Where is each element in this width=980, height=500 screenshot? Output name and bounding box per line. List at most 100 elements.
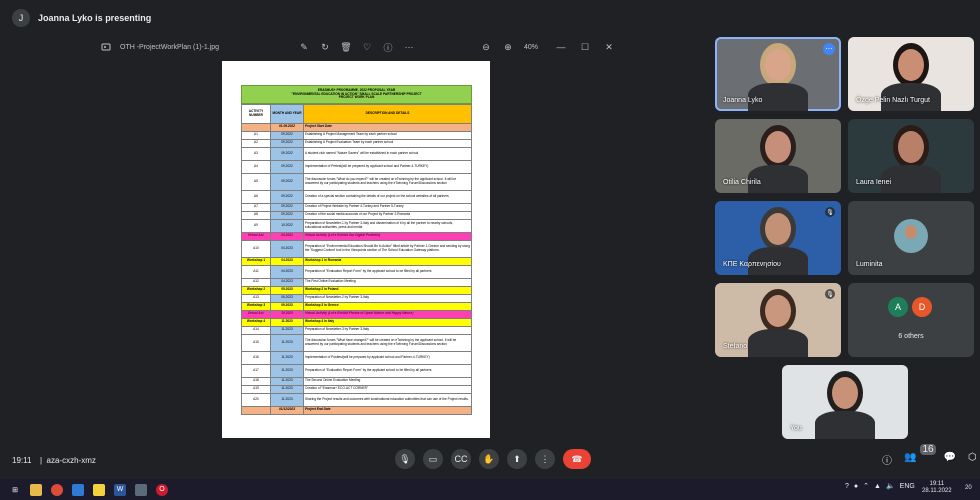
zoom-in-icon[interactable]: ⊕	[502, 41, 514, 53]
network-icon[interactable]: ▲	[874, 483, 881, 490]
side-panel-controls: ⓘ 👥16 💬 ⬡	[882, 444, 977, 467]
activity-cell: A7	[241, 202, 271, 212]
captions-button[interactable]: CC	[451, 449, 471, 469]
leave-call-button[interactable]: ☎	[563, 449, 591, 469]
system-clock[interactable]: 19:11 28.11.2022	[922, 481, 952, 495]
meeting-info-icon[interactable]: ⓘ	[882, 452, 892, 467]
maximize-icon[interactable]: ☐	[579, 41, 591, 53]
participant-tile[interactable]: Luminita	[848, 201, 974, 275]
description-cell: Workshop 4 in Italy	[303, 317, 472, 327]
zoom-out-icon[interactable]: ⊖	[480, 41, 492, 53]
description-cell: Project Start Date	[303, 122, 472, 132]
info-icon[interactable]: ⓘ	[382, 41, 394, 53]
table-row: A3 09.2022 A student club named "Nature Sa…	[241, 146, 472, 161]
tray-app-icon[interactable]: ●	[854, 483, 858, 490]
raise-hand-button[interactable]: ✋	[479, 449, 499, 469]
presenting-label: Joanna Lyko is presenting	[38, 13, 152, 23]
people-icon[interactable]: 👥16	[904, 444, 936, 467]
edit-icon[interactable]: ✎	[298, 41, 310, 53]
activity-cell: Workshop 2	[241, 285, 271, 295]
system-tray: ? ● ⌃ ▲ 🔈 ENG	[845, 482, 915, 491]
activity-cell: A16	[241, 350, 271, 365]
participant-tile[interactable]: Laura Ienei	[848, 119, 974, 193]
more-vert-icon: ⋮	[540, 453, 550, 464]
activity-cell: Virtual Act.	[241, 231, 271, 241]
table-row: A10 04.2023 Preparation of "Environmental …	[241, 239, 472, 258]
rotate-icon[interactable]: ↻	[319, 41, 331, 53]
description-cell: The discussion forum-"What have changed?…	[303, 333, 472, 352]
calculator-icon[interactable]	[135, 483, 147, 496]
participant-tile[interactable]: You	[782, 365, 908, 439]
avatar	[894, 219, 928, 253]
more-icon[interactable]: ···	[403, 41, 415, 53]
call-controls: 🎙 ▭ CC ✋ ⬆ ⋮ ☎	[395, 449, 591, 469]
presenter-avatar: J	[12, 9, 30, 27]
activity-cell	[241, 405, 271, 415]
activities-icon[interactable]: ⬡	[968, 452, 977, 467]
camera-icon: ▭	[428, 453, 438, 464]
mic-off-icon: 🎙	[825, 207, 835, 217]
activity-cell: A18	[241, 376, 271, 386]
meeting-code-text: aza-cxzh-xmz	[46, 455, 96, 465]
month-cell: 11.2023	[270, 392, 304, 407]
activity-cell: A8	[241, 210, 271, 220]
activity-cell: A4	[241, 159, 271, 174]
table-row: A11 04.2023 Preparation of "Evaluation Rep…	[241, 264, 472, 279]
photos-app-icon	[100, 41, 112, 53]
clock-time: 19:11	[929, 481, 945, 487]
present-button[interactable]: ⬆	[507, 449, 527, 469]
opera-icon[interactable]: O	[156, 483, 168, 496]
participant-tile[interactable]: Otilia Chirila	[715, 119, 841, 193]
help-icon[interactable]: ?	[845, 483, 849, 490]
month-cell: 11.2023	[270, 350, 304, 365]
meeting-controls-bar: 19:11 | aza-cxzh-xmz 🎙 ▭ CC ✋ ⬆ ⋮ ☎ ⓘ 👥1…	[0, 444, 980, 476]
participant-tile[interactable]: Stefano 🎙	[715, 283, 841, 357]
description-cell: Creation of Project Website by Partner 4…	[303, 202, 472, 212]
favorite-icon[interactable]: ♡	[361, 41, 373, 53]
table-row: A6 09.2022 Creation of a special section c…	[241, 189, 472, 204]
activity-cell: A12	[241, 277, 271, 287]
activity-cell	[241, 122, 271, 132]
description-cell: Preparation of "Environmental Education …	[303, 239, 472, 258]
activity-cell: A19	[241, 384, 271, 394]
description-cell: The First Online Evaluation Meeting	[303, 277, 472, 287]
month-cell: 04.2023	[270, 239, 304, 258]
avatar: D	[912, 297, 932, 317]
word-icon[interactable]: W	[114, 483, 126, 496]
table-row: A5 09.2022 The discussion forum-"What do y…	[241, 172, 472, 191]
description-cell: Workshop 3 in Greece	[303, 301, 472, 311]
chat-icon[interactable]: 💬	[944, 452, 956, 467]
notification-count[interactable]: 20	[965, 485, 972, 491]
participant-face	[898, 131, 924, 163]
table-row: A16 11.2023 Implementation of Posttest(wil…	[241, 350, 472, 365]
microphone-button[interactable]: 🎙	[395, 449, 415, 469]
volume-icon[interactable]: 🔈	[886, 482, 895, 490]
windows-start-icon[interactable]: ⊞	[9, 484, 21, 496]
language-indicator[interactable]: ENG	[900, 483, 915, 490]
month-cell: 01/12/2023	[270, 405, 304, 415]
participant-tile[interactable]: AD 6 others	[848, 283, 974, 357]
sticky-notes-icon[interactable]	[93, 483, 105, 496]
zoom-level: 40%	[524, 43, 539, 51]
windows-taskbar: ⊞ W O ? ● ⌃ ▲ 🔈 ENG 19:11 28.11.2022 20	[0, 479, 980, 500]
minimize-icon[interactable]: —	[555, 41, 567, 53]
chrome-icon[interactable]	[51, 483, 63, 496]
description-cell: Workshop 2 in Poland	[303, 285, 472, 295]
participant-tile[interactable]: Özge Pelin Nazlı Turgut	[848, 37, 974, 111]
delete-icon[interactable]: 🗑	[340, 41, 352, 53]
participant-body	[815, 411, 875, 439]
file-explorer-icon[interactable]	[30, 483, 42, 496]
description-cell: Implementation of Pretest(will be prepar…	[303, 159, 472, 174]
show-hidden-icons[interactable]: ⌃	[863, 482, 869, 490]
participant-face	[832, 377, 858, 409]
camera-button[interactable]: ▭	[423, 449, 443, 469]
description-cell: Creation of the social media accounts of…	[303, 210, 472, 220]
tile-more-options-icon[interactable]: ⋯	[823, 43, 835, 55]
close-icon[interactable]: ✕	[603, 41, 615, 53]
photos-icon[interactable]	[72, 483, 84, 496]
more-options-button[interactable]: ⋮	[535, 449, 555, 469]
participant-tile[interactable]: ΚΠΕ Καρπενησίου 🎙	[715, 201, 841, 275]
month-cell: 01.09.2022	[270, 122, 304, 132]
participant-tile[interactable]: Joanna Lyko ⋯	[715, 37, 841, 111]
avatar-face	[905, 225, 917, 239]
